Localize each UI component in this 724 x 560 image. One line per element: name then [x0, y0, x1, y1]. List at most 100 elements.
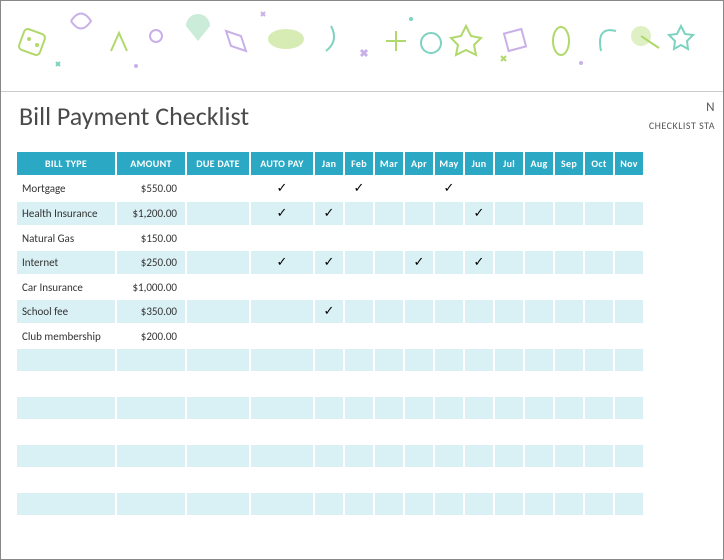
cell-auto-pay[interactable]: ✓ — [251, 251, 313, 274]
cell-month[interactable] — [465, 397, 493, 419]
cell-amount[interactable]: $200.00 — [117, 325, 185, 347]
cell-amount[interactable] — [117, 469, 185, 491]
cell-auto-pay[interactable] — [251, 469, 313, 491]
cell-month[interactable] — [435, 397, 463, 419]
cell-month[interactable] — [465, 227, 493, 249]
cell-month[interactable] — [345, 202, 373, 225]
cell-month[interactable] — [465, 276, 493, 298]
cell-amount[interactable]: $250.00 — [117, 251, 185, 274]
cell-month[interactable] — [345, 469, 373, 491]
cell-amount[interactable] — [117, 421, 185, 443]
cell-month[interactable] — [615, 349, 643, 371]
cell-month[interactable] — [345, 227, 373, 249]
cell-month[interactable] — [615, 493, 643, 515]
cell-month[interactable] — [375, 349, 403, 371]
cell-month[interactable] — [585, 300, 613, 323]
cell-month[interactable] — [615, 276, 643, 298]
cell-month[interactable] — [585, 325, 613, 347]
cell-month[interactable] — [345, 251, 373, 274]
cell-month[interactable] — [315, 325, 343, 347]
cell-month[interactable] — [315, 177, 343, 200]
cell-month[interactable] — [435, 349, 463, 371]
cell-month[interactable] — [345, 325, 373, 347]
cell-month[interactable] — [525, 445, 553, 467]
cell-month[interactable] — [525, 300, 553, 323]
cell-amount[interactable] — [117, 397, 185, 419]
cell-month[interactable] — [615, 251, 643, 274]
cell-bill-type[interactable]: Mortgage — [17, 177, 115, 200]
cell-month[interactable]: ✓ — [315, 300, 343, 323]
cell-month[interactable] — [525, 202, 553, 225]
cell-due-date[interactable] — [187, 276, 249, 298]
cell-month[interactable] — [375, 373, 403, 395]
cell-month[interactable] — [555, 469, 583, 491]
cell-month[interactable] — [435, 325, 463, 347]
cell-month[interactable] — [555, 276, 583, 298]
cell-month[interactable] — [555, 373, 583, 395]
cell-month[interactable] — [435, 202, 463, 225]
cell-month[interactable] — [375, 227, 403, 249]
cell-month[interactable] — [465, 421, 493, 443]
cell-due-date[interactable] — [187, 177, 249, 200]
cell-month[interactable] — [615, 177, 643, 200]
cell-auto-pay[interactable] — [251, 276, 313, 298]
cell-month[interactable]: ✓ — [315, 202, 343, 225]
cell-month[interactable] — [405, 373, 433, 395]
cell-bill-type[interactable] — [17, 469, 115, 491]
cell-month[interactable] — [435, 227, 463, 249]
cell-month[interactable] — [375, 276, 403, 298]
cell-month[interactable] — [375, 202, 403, 225]
cell-month[interactable] — [345, 300, 373, 323]
cell-month[interactable] — [465, 445, 493, 467]
cell-month[interactable] — [405, 469, 433, 491]
cell-month[interactable] — [555, 325, 583, 347]
cell-auto-pay[interactable]: ✓ — [251, 202, 313, 225]
cell-month[interactable] — [615, 227, 643, 249]
cell-due-date[interactable] — [187, 493, 249, 515]
cell-month[interactable]: ✓ — [465, 202, 493, 225]
cell-bill-type[interactable]: Car Insurance — [17, 276, 115, 298]
cell-month[interactable] — [525, 421, 553, 443]
cell-month[interactable] — [615, 373, 643, 395]
cell-month[interactable] — [525, 397, 553, 419]
cell-month[interactable]: ✓ — [345, 177, 373, 200]
cell-amount[interactable] — [117, 445, 185, 467]
cell-auto-pay[interactable] — [251, 300, 313, 323]
cell-month[interactable] — [435, 300, 463, 323]
cell-month[interactable] — [345, 349, 373, 371]
cell-month[interactable] — [585, 445, 613, 467]
cell-month[interactable] — [555, 349, 583, 371]
cell-due-date[interactable] — [187, 227, 249, 249]
cell-month[interactable] — [585, 397, 613, 419]
cell-auto-pay[interactable]: ✓ — [251, 177, 313, 200]
cell-month[interactable] — [495, 397, 523, 419]
cell-month[interactable] — [585, 177, 613, 200]
cell-month[interactable] — [435, 421, 463, 443]
cell-month[interactable] — [495, 445, 523, 467]
cell-month[interactable] — [555, 397, 583, 419]
cell-month[interactable] — [345, 421, 373, 443]
cell-month[interactable] — [375, 300, 403, 323]
cell-month[interactable] — [405, 445, 433, 467]
cell-month[interactable] — [525, 325, 553, 347]
cell-month[interactable] — [435, 251, 463, 274]
cell-auto-pay[interactable] — [251, 373, 313, 395]
cell-bill-type[interactable]: Club membership — [17, 325, 115, 347]
cell-month[interactable] — [585, 251, 613, 274]
cell-bill-type[interactable]: Health Insurance — [17, 202, 115, 225]
cell-month[interactable] — [345, 397, 373, 419]
cell-month[interactable] — [615, 421, 643, 443]
cell-amount[interactable]: $150.00 — [117, 227, 185, 249]
cell-due-date[interactable] — [187, 421, 249, 443]
cell-month[interactable] — [315, 397, 343, 419]
cell-month[interactable] — [495, 373, 523, 395]
cell-month[interactable]: ✓ — [435, 177, 463, 200]
cell-auto-pay[interactable] — [251, 397, 313, 419]
cell-amount[interactable] — [117, 349, 185, 371]
cell-due-date[interactable] — [187, 373, 249, 395]
cell-month[interactable]: ✓ — [465, 251, 493, 274]
cell-month[interactable] — [345, 493, 373, 515]
cell-month[interactable] — [585, 469, 613, 491]
cell-auto-pay[interactable] — [251, 227, 313, 249]
cell-month[interactable] — [495, 469, 523, 491]
